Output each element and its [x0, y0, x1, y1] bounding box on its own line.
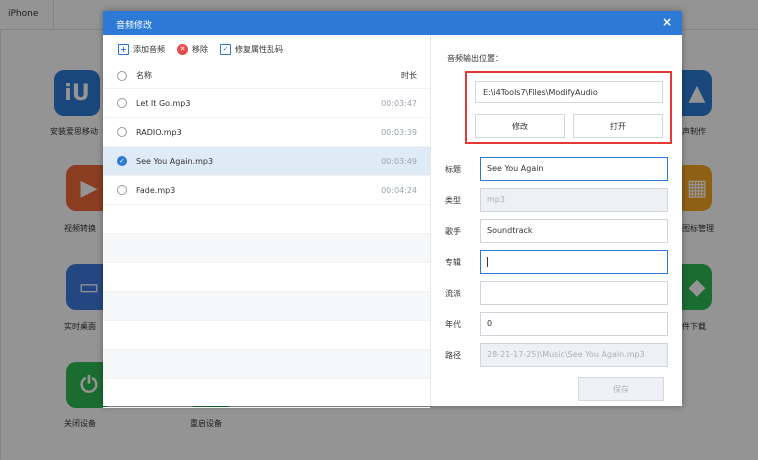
album-row: 专辑 [445, 250, 681, 274]
path-field: 28-21-17-25)\Music\See You Again.mp3 [480, 343, 668, 367]
row-radio[interactable] [117, 98, 127, 108]
artist-row: 歌手 Soundtrack [445, 219, 681, 243]
audio-list: 名称 时长 Let It Go.mp3 00:03:47 RADIO.mp3 0… [103, 63, 430, 408]
title-row: 标题 See You Again [445, 157, 681, 181]
file-name: Fade.mp3 [136, 185, 176, 195]
genre-row: 流派 [445, 281, 681, 305]
open-folder-button[interactable]: 打开 [573, 114, 663, 138]
add-icon: + [118, 43, 129, 55]
path-row: 路径 28-21-17-25)\Music\See You Again.mp3 [445, 343, 681, 367]
remove-label: 移除 [192, 44, 208, 54]
title-label: 标题 [445, 165, 461, 174]
empty-row [103, 379, 430, 408]
dialog-title: 音频修改 × [103, 11, 682, 35]
year-field[interactable]: 0 [480, 312, 668, 336]
select-all-radio[interactable] [117, 70, 127, 81]
header-duration: 时长 [401, 71, 417, 80]
empty-row [103, 263, 430, 292]
type-row: 类型 mp3 [445, 188, 681, 212]
header-name: 名称 [136, 71, 152, 80]
row-radio[interactable] [117, 185, 127, 195]
dialog-title-text: 音频修改 [116, 21, 153, 31]
output-location-label: 音频输出位置： [447, 54, 503, 63]
list-item[interactable]: Let It Go.mp3 00:03:47 [103, 89, 430, 118]
file-name: RADIO.mp3 [136, 127, 182, 137]
remove-button[interactable]: ✕ 移除 [177, 43, 208, 55]
album-field[interactable] [480, 250, 668, 274]
file-name: Let It Go.mp3 [136, 98, 191, 108]
file-name: See You Again.mp3 [136, 156, 214, 166]
file-duration: 00:03:47 [381, 98, 417, 108]
fix-encoding-button[interactable]: ✓ 修复属性乱码 [220, 43, 283, 55]
list-header: 名称 时长 [103, 63, 430, 89]
file-duration: 00:03:49 [381, 156, 417, 166]
album-label: 专辑 [445, 258, 461, 267]
list-item[interactable]: See You Again.mp3 00:03:49 [103, 147, 430, 176]
genre-field[interactable] [480, 281, 668, 305]
row-radio[interactable] [117, 156, 127, 166]
artist-field[interactable]: Soundtrack [480, 219, 668, 243]
empty-row [103, 205, 430, 234]
modify-path-button[interactable]: 修改 [475, 114, 565, 138]
artist-label: 歌手 [445, 227, 461, 236]
path-label: 路径 [445, 351, 461, 360]
empty-row [103, 234, 430, 263]
title-field[interactable]: See You Again [480, 157, 668, 181]
add-audio-label: 添加音频 [133, 44, 165, 54]
add-audio-button[interactable]: + 添加音频 [118, 43, 165, 55]
year-row: 年代 0 [445, 312, 681, 336]
close-icon[interactable]: × [662, 15, 672, 29]
list-toolbar: + 添加音频 ✕ 移除 ✓ 修复属性乱码 [103, 35, 430, 63]
empty-row [103, 292, 430, 321]
genre-label: 流派 [445, 289, 461, 298]
empty-row [103, 350, 430, 379]
list-item[interactable]: RADIO.mp3 00:03:39 [103, 118, 430, 147]
fix-encoding-label: 修复属性乱码 [235, 44, 283, 54]
row-radio[interactable] [117, 127, 127, 137]
text-caret [487, 257, 488, 267]
empty-row [103, 321, 430, 350]
audio-list-pane: + 添加音频 ✕ 移除 ✓ 修复属性乱码 名称 时长 Let It Go.mp3… [103, 35, 430, 408]
properties-pane: 音频输出位置： E:\i4Tools7\Files\ModifyAudio 修改… [431, 35, 682, 406]
fix-icon: ✓ [220, 43, 231, 55]
list-item[interactable]: Fade.mp3 00:04:24 [103, 176, 430, 205]
type-label: 类型 [445, 196, 461, 205]
file-duration: 00:04:24 [381, 185, 417, 195]
file-duration: 00:03:39 [381, 127, 417, 137]
remove-icon: ✕ [177, 43, 188, 55]
audio-edit-dialog: 音频修改 × + 添加音频 ✕ 移除 ✓ 修复属性乱码 名称 时长 Let It… [103, 11, 682, 408]
type-field: mp3 [480, 188, 668, 212]
output-path-field[interactable]: E:\i4Tools7\Files\ModifyAudio [475, 81, 663, 103]
save-button[interactable]: 保存 [578, 377, 664, 401]
year-label: 年代 [445, 320, 461, 329]
